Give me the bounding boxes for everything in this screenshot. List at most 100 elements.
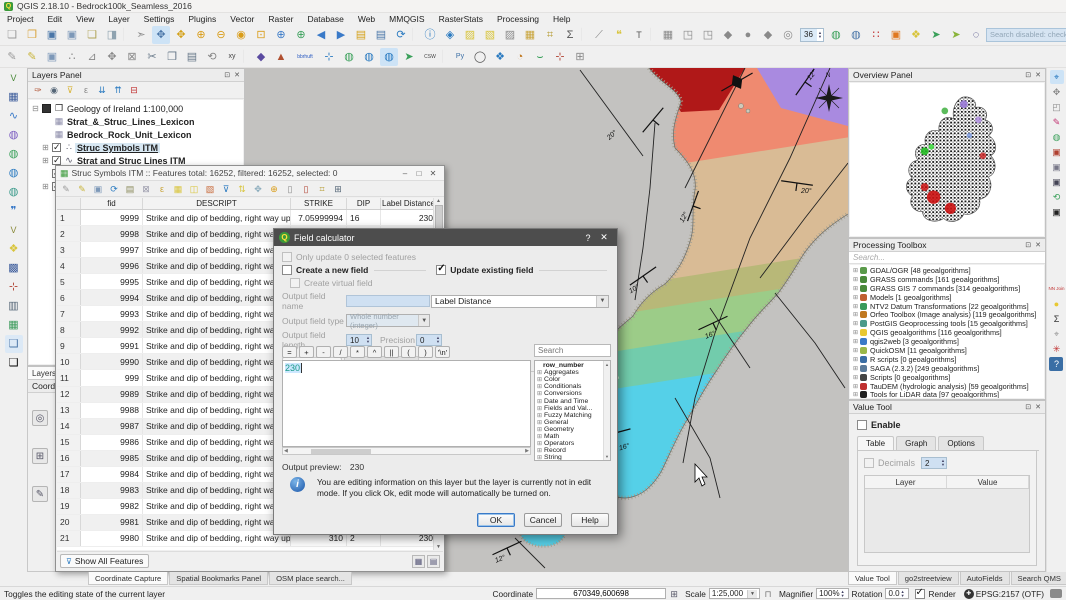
operator-button[interactable]: ^: [367, 346, 382, 358]
toolbox-group[interactable]: ⊞ QGIS geoalgorithms [116 geoalgorithms]: [853, 328, 1044, 337]
toolbox-group[interactable]: ⊞ Orfeo Toolbox (Image analysis) [119 ge…: [853, 310, 1044, 319]
function-group[interactable]: ⊞ Fuzzy Matching: [537, 412, 610, 419]
edit-vertex-icon[interactable]: ✎: [1050, 115, 1064, 129]
group-checkbox[interactable]: [42, 104, 51, 113]
table-delete-field-icon[interactable]: ▯: [299, 182, 313, 196]
minimize-icon[interactable]: –: [398, 169, 412, 178]
expand-icon[interactable]: ⊞: [537, 454, 542, 461]
cell-descript[interactable]: Strike and dip of bedding, right way up: [143, 370, 291, 385]
table-field-calculator-icon[interactable]: ⌗: [315, 182, 329, 196]
globe-add-icon[interactable]: ◍: [340, 48, 358, 66]
row-number[interactable]: 17: [57, 467, 81, 482]
table-move-selection-top-icon[interactable]: ⇅: [235, 182, 249, 196]
function-group[interactable]: ⊞ General: [537, 419, 610, 426]
text-annotation-icon[interactable]: T: [630, 26, 648, 44]
red-star-icon[interactable]: ✳: [1049, 342, 1063, 356]
cell-fid[interactable]: 9994: [81, 290, 143, 305]
profile-tool-icon[interactable]: ⌣: [531, 48, 549, 66]
nnjoin-plugin-icon[interactable]: NN Join: [1048, 282, 1064, 296]
float-panel-icon[interactable]: ⊡: [1025, 403, 1031, 411]
show-all-features-button[interactable]: ⊽ Show All Features: [60, 554, 149, 568]
open-layer-styling-icon[interactable]: ✑: [31, 83, 45, 97]
row-number[interactable]: 11: [57, 370, 81, 385]
cell-fid[interactable]: 9981: [81, 515, 143, 530]
cell-fid[interactable]: 9997: [81, 242, 143, 257]
row-number[interactable]: 13: [57, 403, 81, 418]
function-group[interactable]: ⊞ Operators: [537, 440, 610, 447]
expand-icon[interactable]: ⊞: [853, 320, 858, 327]
expand-icon[interactable]: ⊞: [537, 398, 542, 405]
menu-item[interactable]: RasterStats: [432, 14, 490, 24]
layer-item[interactable]: ▦ Strat_&_Struc_Lines_Lexicon: [31, 115, 243, 128]
float-panel-icon[interactable]: ⊡: [1025, 241, 1031, 249]
column-header[interactable]: fid: [81, 198, 143, 209]
column-header[interactable]: DIP: [347, 198, 381, 209]
expand-icon[interactable]: ⊞: [853, 391, 858, 398]
cell-descript[interactable]: Strike and dip of bedding, right way up: [143, 258, 291, 273]
cut-features-icon[interactable]: ✂: [143, 48, 161, 66]
camera-dark-icon[interactable]: ▣: [1050, 175, 1064, 189]
rotate-feature-icon[interactable]: ⟲: [203, 48, 221, 66]
float-panel-icon[interactable]: ⊡: [1025, 71, 1031, 79]
expand-all-icon[interactable]: ⇊: [95, 83, 109, 97]
row-number[interactable]: 12: [57, 387, 81, 402]
function-group[interactable]: ⊞ Conversions: [537, 390, 610, 397]
current-edits-icon[interactable]: ✎: [3, 48, 21, 66]
zoom-next-icon[interactable]: ▶: [332, 26, 350, 44]
cell-fid[interactable]: 9999: [81, 210, 143, 225]
layer-name[interactable]: Strat and Struc Lines ITM: [75, 156, 188, 166]
checkbox-icon[interactable]: [857, 420, 867, 430]
toolbox-group[interactable]: ⊞ Scripts [0 geoalgorithms]: [853, 373, 1044, 382]
camera-black-icon[interactable]: ▣: [1050, 205, 1064, 219]
field-calculator-titlebar[interactable]: Q Field calculator ? ✕: [274, 229, 617, 246]
decoration-circle-icon[interactable]: ●: [739, 26, 757, 44]
column-header[interactable]: Label Distance: [381, 198, 433, 209]
function-group[interactable]: ⊞ String: [537, 454, 610, 461]
ok-button[interactable]: OK: [477, 513, 515, 527]
menu-item[interactable]: Web: [351, 14, 382, 24]
select-by-expression-icon[interactable]: ▨: [501, 26, 519, 44]
expand-icon[interactable]: ⊞: [537, 412, 542, 419]
table-toggle-edit-icon[interactable]: ✎: [59, 182, 73, 196]
globe-active-icon[interactable]: ◍: [380, 48, 398, 66]
cell-fid[interactable]: 9986: [81, 435, 143, 450]
cell-fid[interactable]: 9998: [81, 226, 143, 241]
layer-group[interactable]: ⊟ ❒ Geology of Ireland 1:100,000: [31, 102, 243, 115]
form-view-toggle-icon[interactable]: ▤: [427, 555, 440, 568]
decoration-diamond-icon[interactable]: ◆: [719, 26, 737, 44]
table-dock-icon[interactable]: ⊞: [331, 182, 345, 196]
column-value[interactable]: Value: [947, 476, 1029, 488]
column-header[interactable]: DESCRIPT: [143, 198, 291, 209]
chevron-down-icon[interactable]: ▼: [418, 315, 429, 326]
pin-map-icon[interactable]: ⊹: [320, 48, 338, 66]
operator-button[interactable]: *: [350, 346, 365, 358]
cell-fid[interactable]: 9990: [81, 354, 143, 369]
expand-icon[interactable]: ⊞: [853, 276, 858, 283]
operator-button[interactable]: +: [299, 346, 314, 358]
tab-table[interactable]: Table: [857, 436, 894, 450]
operator-button[interactable]: =: [282, 346, 297, 358]
function-group[interactable]: ⊞ Conditionals: [537, 383, 610, 390]
separator[interactable]: ▏: [243, 48, 250, 66]
scroll-left-icon[interactable]: ◀: [284, 448, 288, 454]
python-console-icon[interactable]: Py: [451, 48, 469, 66]
dock-tab[interactable]: OSM place search...: [269, 572, 352, 585]
layer-checkbox[interactable]: [52, 156, 61, 165]
table-invert-selection-icon[interactable]: ◫: [187, 182, 201, 196]
expand-icon[interactable]: ⊞: [537, 405, 542, 412]
table-filter-icon[interactable]: ⊽: [219, 182, 233, 196]
toolbox-group[interactable]: ⊞ QuickOSM [11 geoalgorithms]: [853, 346, 1044, 355]
row-number[interactable]: 8: [57, 322, 81, 337]
add-mssql-layer-icon[interactable]: ▩: [5, 259, 23, 277]
cell-descript[interactable]: Strike and dip of bedding, right way up: [143, 274, 291, 289]
layer-item[interactable]: ▦ Bedrock_Rock_Unit_Lexicon: [31, 128, 243, 141]
cell-descript[interactable]: Strike and dip of bedding, right way up: [143, 499, 291, 514]
expand-icon[interactable]: ⊞: [41, 182, 50, 191]
expand-icon[interactable]: ⊞: [853, 374, 858, 381]
toolbox-group[interactable]: ⊞ Tools for LiDAR data [97 geoalgorithms…: [853, 390, 1044, 398]
expand-icon[interactable]: ⊞: [853, 347, 858, 354]
row-number[interactable]: 2: [57, 226, 81, 241]
expand-icon[interactable]: ⊞: [853, 338, 858, 345]
row-number[interactable]: 3: [57, 242, 81, 257]
cell-fid[interactable]: 9984: [81, 467, 143, 482]
